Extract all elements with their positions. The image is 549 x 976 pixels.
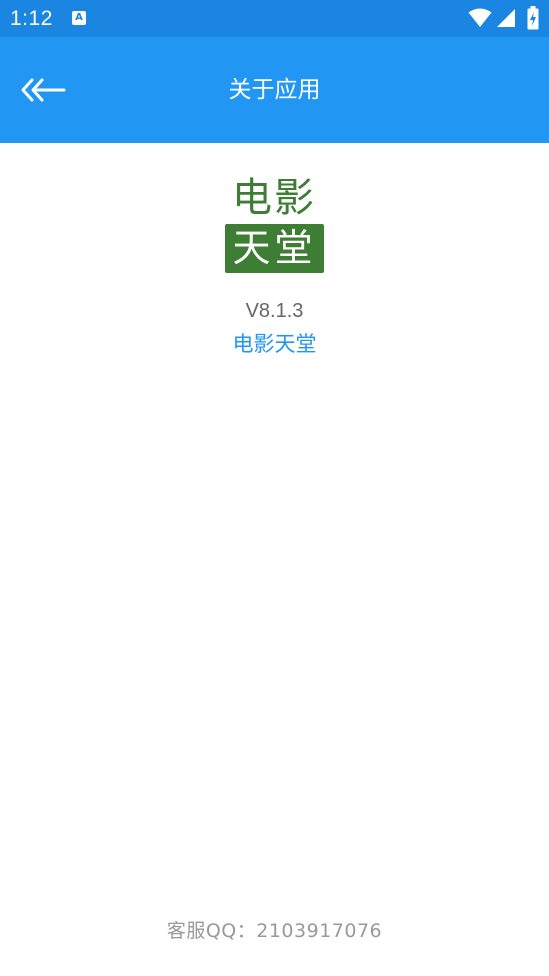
page-title: 关于应用 <box>228 77 321 103</box>
logo-text-bottom: 天堂 <box>225 224 324 273</box>
app-logo: 电影 天堂 <box>224 172 324 274</box>
wifi-icon <box>468 8 492 27</box>
status-bar: 1:12 A <box>0 0 549 37</box>
customer-service-qq: 客服QQ：2103917076 <box>166 920 383 942</box>
app-bar: 关于应用 <box>0 37 549 143</box>
app-name-link[interactable]: 电影天堂 <box>0 329 549 359</box>
signal-icon <box>497 9 515 27</box>
app-version: V8.1.3 <box>245 300 304 322</box>
notification-icon: A <box>72 11 86 25</box>
battery-charging-icon <box>527 6 539 30</box>
logo-text-top: 电影 <box>232 175 316 221</box>
status-time: 1:12 <box>10 7 53 30</box>
